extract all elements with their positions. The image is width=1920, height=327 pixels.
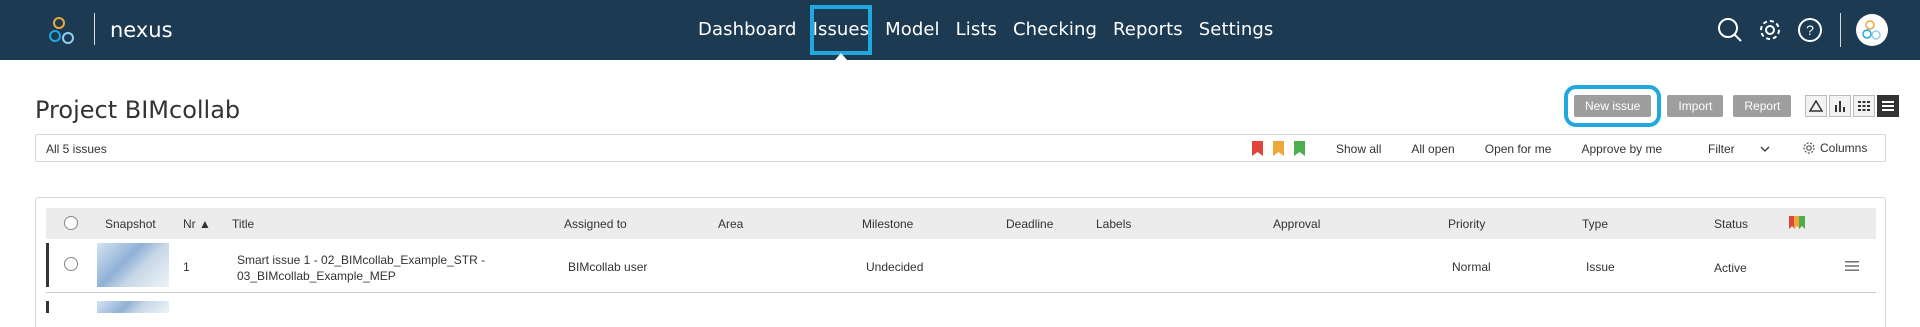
row-checkbox[interactable] [64,257,78,271]
grid-view-button[interactable] [1853,95,1876,117]
orange-flag-icon[interactable] [1272,141,1285,157]
header-status[interactable]: Status [1714,217,1748,231]
row-menu-icon[interactable] [1845,260,1859,272]
filter-all-open[interactable]: All open [1411,142,1454,156]
gear-icon [1803,142,1815,154]
cell-nr: 1 [183,260,190,274]
filter-show-all[interactable]: Show all [1336,142,1381,156]
brand-name[interactable]: nexus [110,18,173,42]
red-flag-icon[interactable] [1251,141,1264,157]
issue-snapshot-thumbnail[interactable] [97,301,169,313]
issues-table: Snapshot Nr ▲ Title Assigned to Area Mil… [35,197,1886,327]
list-icon [1882,101,1895,111]
topbar-divider [1840,13,1841,47]
table-row[interactable]: 1 Smart issue 1 - 02_BIMcollab_Example_S… [46,239,1876,293]
list-view-button[interactable] [1877,95,1900,117]
main-nav: Dashboard Issues Model Lists Checking Re… [690,0,1281,60]
svg-text:?: ? [1806,22,1814,38]
active-caret-icon [834,53,847,60]
chevron-down-icon[interactable] [1760,144,1770,154]
header-labels[interactable]: Labels [1096,217,1131,231]
header-milestone[interactable]: Milestone [862,217,913,231]
issue-actions: New issue Import Report [1563,85,1900,127]
nav-reports[interactable]: Reports [1105,0,1191,60]
header-area[interactable]: Area [718,217,743,231]
nav-dashboard[interactable]: Dashboard [690,0,805,60]
report-button[interactable]: Report [1733,95,1792,117]
table-row[interactable] [46,301,1876,313]
avatar-logo-icon [1862,20,1881,40]
nav-issues[interactable]: Issues [805,0,878,60]
header-snapshot[interactable]: Snapshot [105,217,156,231]
cell-title-line2[interactable]: 03_BIMcollab_Example_MEP [237,269,396,283]
import-button[interactable]: Import [1667,95,1724,117]
nav-settings[interactable]: Settings [1191,0,1282,60]
filter-dropdown[interactable]: Filter [1708,142,1735,156]
table-header: Snapshot Nr ▲ Title Assigned to Area Mil… [46,208,1876,239]
filter-approve-by-me[interactable]: Approve by me [1581,142,1662,156]
avatar[interactable] [1856,14,1888,46]
nav-lists[interactable]: Lists [948,0,1005,60]
logo-divider [94,13,95,45]
warning-view-button[interactable] [1805,95,1828,117]
top-navbar: nexus Dashboard Issues Model Lists Check… [0,0,1920,60]
cell-milestone: Undecided [866,260,924,274]
cell-priority: Normal [1452,260,1491,274]
flag-filters [1251,141,1314,157]
grid-icon [1858,101,1871,111]
header-priority[interactable]: Priority [1448,217,1485,231]
issue-count: All 5 issues [46,142,107,156]
row-indicator [46,301,49,313]
bar-chart-icon [1835,101,1846,112]
cell-type: Issue [1586,260,1615,274]
header-approval[interactable]: Approval [1273,217,1320,231]
header-type[interactable]: Type [1582,217,1608,231]
filter-bar: All 5 issues Show all All open Open for … [35,134,1886,162]
header-title[interactable]: Title [232,217,254,231]
header-assigned-to[interactable]: Assigned to [564,217,627,231]
header-nr[interactable]: Nr ▲ [183,217,211,231]
warning-icon [1809,100,1824,112]
cell-status: Active [1714,261,1747,275]
gear-icon[interactable] [1756,16,1784,44]
nav-checking[interactable]: Checking [1005,0,1105,60]
search-icon[interactable] [1716,16,1744,44]
quick-filters: Show all All open Open for me Approve by… [1336,142,1662,156]
nav-model[interactable]: Model [877,0,948,60]
filter-open-for-me[interactable]: Open for me [1485,142,1552,156]
new-issue-button[interactable]: New issue [1563,85,1662,127]
cell-title-line1[interactable]: Smart issue 1 - 02_BIMcollab_Example_STR… [237,253,485,267]
columns-button[interactable]: Columns [1802,141,1867,155]
select-all-checkbox[interactable] [64,216,78,230]
cell-assigned-to: BIMcollab user [568,260,648,274]
page-title: Project BIMcollab [35,96,241,124]
green-flag-icon[interactable] [1293,141,1306,157]
issue-snapshot-thumbnail[interactable] [97,243,169,287]
view-mode-toggle [1803,95,1900,117]
flag-column-icon[interactable] [1788,216,1806,230]
header-deadline[interactable]: Deadline [1006,217,1053,231]
row-indicator [46,243,49,287]
chart-view-button[interactable] [1829,95,1852,117]
help-icon[interactable]: ? [1796,16,1824,44]
columns-label: Columns [1820,141,1868,155]
nexus-logo-icon[interactable] [46,14,80,48]
nav-issues-label: Issues [812,19,870,40]
